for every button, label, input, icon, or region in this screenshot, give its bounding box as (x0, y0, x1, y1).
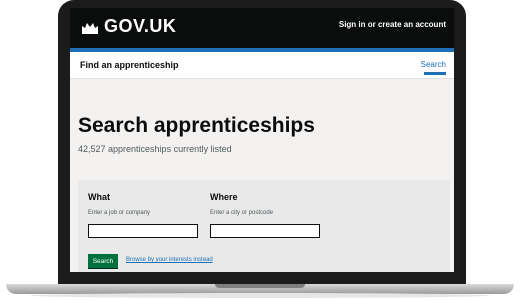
where-input[interactable] (210, 224, 320, 238)
gov-logo-text: GOV.UK (104, 16, 177, 36)
gov-logo-link[interactable]: GOV.UK (80, 16, 176, 37)
browse-interests-link[interactable]: Browse by your interests instead (126, 257, 213, 263)
what-input[interactable] (88, 224, 198, 238)
search-button[interactable]: Search (88, 254, 118, 268)
service-bar: Find an apprenticeship Search (70, 52, 454, 79)
listed-count: 42,527 apprenticeships currently listed (78, 144, 232, 154)
what-label: What (88, 192, 110, 202)
nav-active-underline (424, 72, 446, 75)
nav-search-link[interactable]: Search (421, 60, 446, 69)
where-label: Where (210, 192, 238, 202)
laptop-shadow (30, 293, 490, 298)
laptop-screen: GOV.UK Sign in or create an account Find… (70, 8, 454, 272)
where-hint: Enter a city or postcode (210, 210, 274, 216)
service-name-link[interactable]: Find an apprenticeship (80, 60, 179, 70)
sign-in-link[interactable]: Sign in or create an account (339, 20, 446, 29)
crown-icon (82, 22, 98, 34)
what-hint: Enter a job or company (88, 210, 151, 216)
search-panel: What Enter a job or company Where Enter … (78, 180, 450, 272)
laptop-notch (215, 284, 305, 288)
gov-header: GOV.UK Sign in or create an account (70, 8, 454, 48)
page-title: Search apprenticeships (78, 114, 315, 137)
